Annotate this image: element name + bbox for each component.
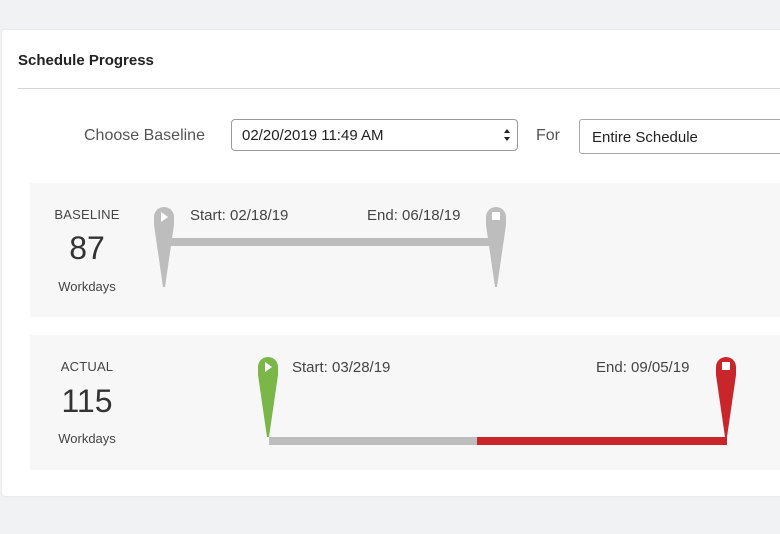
for-label: For (536, 127, 560, 144)
actual-end-marker-icon (716, 357, 736, 437)
choose-baseline-label: Choose Baseline (84, 127, 205, 144)
actual-panel: ACTUAL 115 Workdays Start: 03/28/19 End:… (30, 335, 780, 470)
card-title: Schedule Progress (18, 52, 154, 69)
baseline-start-marker-icon (154, 207, 174, 287)
baseline-select-value: 02/20/2019 11:49 AM (242, 127, 384, 144)
actual-timeline (258, 357, 736, 445)
schedule-progress-card: Schedule Progress Choose Baseline 02/20/… (2, 30, 780, 496)
title-divider (18, 88, 780, 89)
baseline-select[interactable]: 02/20/2019 11:49 AM (231, 119, 518, 151)
actual-start-marker-icon (258, 357, 278, 437)
baseline-end-marker-icon (486, 207, 506, 287)
actual-overrun-bar (477, 437, 727, 445)
baseline-timeline (154, 207, 506, 287)
select-updown-icon (504, 129, 510, 141)
baseline-panel: BASELINE 87 Workdays Start: 02/18/19 End… (30, 183, 780, 317)
baseline-duration-bar (164, 238, 496, 246)
scope-select[interactable]: Entire Schedule (579, 119, 780, 154)
scope-select-value: Entire Schedule (592, 129, 698, 146)
actual-planned-bar (269, 437, 477, 445)
